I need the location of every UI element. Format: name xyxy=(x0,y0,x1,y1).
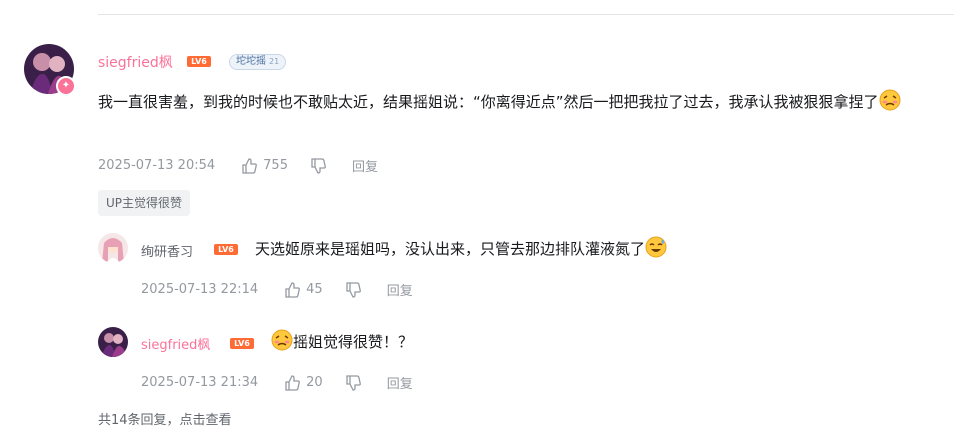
shy-face-emoji-icon xyxy=(879,89,901,120)
level-badge: LV6 xyxy=(230,338,254,349)
like-button[interactable]: 20 xyxy=(284,374,323,391)
sweat-laugh-icon xyxy=(645,236,667,265)
like-button[interactable]: 755 xyxy=(241,157,288,174)
up-liked-tag: UP主觉得很赞 xyxy=(98,190,191,216)
main-comment-meta: 2025-07-13 20:54 755 回复 xyxy=(98,156,378,175)
dislike-button[interactable] xyxy=(345,374,361,391)
reply-username[interactable]: siegfried枫 xyxy=(141,334,210,353)
reply-body: 摇姐觉得很赞！？ xyxy=(293,333,414,351)
main-username[interactable]: siegfried枫 xyxy=(98,52,173,72)
reply-button[interactable]: 回复 xyxy=(387,280,413,299)
view-more-replies-link[interactable]: 共14条回复，点击查看 xyxy=(98,409,232,428)
reply-text: 摇姐觉得很赞！？ xyxy=(271,329,413,358)
reply-avatar[interactable] xyxy=(98,233,128,263)
reply-text: 天选姬原来是瑶姐吗，没认出来，只管去那边排队灌液氮了 xyxy=(255,236,667,265)
reply-meta: 2025-07-13 21:34 20 回复 xyxy=(141,373,413,392)
main-comment-text: 我一直很害羞，到我的时候也不敢贴太近，结果摇姐说：“你离得近点”然后一把把我拉了… xyxy=(98,88,950,120)
like-button[interactable]: 45 xyxy=(284,281,323,298)
reply-button[interactable]: 回复 xyxy=(352,156,378,175)
thumbs-down-icon xyxy=(346,281,361,298)
thumbs-down-icon xyxy=(311,157,326,174)
reply-body: 天选姬原来是瑶姐吗，没认出来，只管去那边排队灌液氮了 xyxy=(255,240,646,258)
comment-time: 2025-07-13 20:54 xyxy=(98,158,216,173)
fan-badge[interactable]: 坨坨摇 21 xyxy=(229,54,287,70)
dislike-button[interactable] xyxy=(345,281,361,298)
thumbs-down-icon xyxy=(346,374,361,391)
reply-time: 2025-07-13 22:14 xyxy=(141,282,259,297)
like-count: 45 xyxy=(306,282,323,297)
level-badge: LV6 xyxy=(187,56,211,67)
thumbs-up-icon xyxy=(285,281,301,298)
top-divider xyxy=(98,14,954,15)
comment-body: 我一直很害羞，到我的时候也不敢贴太近，结果摇姐说：“你离得近点”然后一把把我拉了… xyxy=(98,93,879,111)
thumbs-up-icon xyxy=(242,157,258,174)
reply-username[interactable]: 绚研香习 xyxy=(141,241,193,260)
like-count: 20 xyxy=(306,375,323,390)
fan-badge-name: 坨坨摇 xyxy=(236,56,266,67)
like-count: 755 xyxy=(263,158,288,173)
thumbs-up-icon xyxy=(285,374,301,391)
level-badge: LV6 xyxy=(214,244,238,255)
reply-time: 2025-07-13 21:34 xyxy=(141,375,259,390)
reply-button[interactable]: 回复 xyxy=(387,373,413,392)
vip-badge: ✦ xyxy=(56,76,76,96)
shy-face-emoji-icon xyxy=(271,329,293,358)
reply-meta: 2025-07-13 22:14 45 回复 xyxy=(141,280,413,299)
reply-avatar[interactable] xyxy=(98,327,128,357)
dislike-button[interactable] xyxy=(310,157,326,174)
fan-badge-level: 21 xyxy=(269,57,280,66)
